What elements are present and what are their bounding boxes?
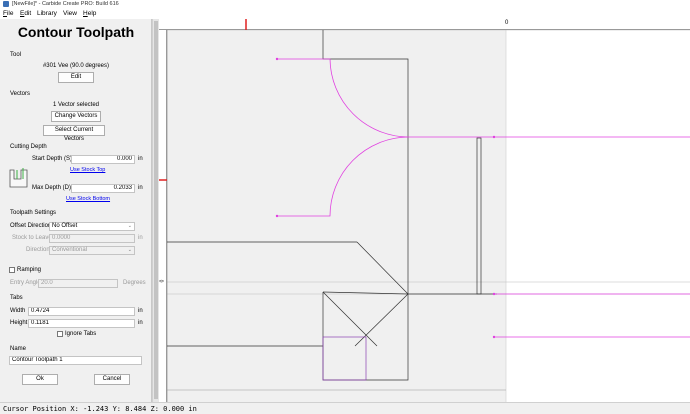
cursor-position-status: Cursor Position X: -1.243 Y: 8.484 Z: 0.… <box>3 405 197 413</box>
max-depth-label: Max Depth (D) <box>32 185 72 191</box>
max-depth-input[interactable]: 0.2033 <box>71 184 135 193</box>
status-bar: Cursor Position X: -1.243 Y: 8.484 Z: 0.… <box>0 402 690 414</box>
panel-scrollbar-thumb[interactable] <box>154 21 158 399</box>
left-ruler-marks <box>159 179 167 181</box>
left-ruler-zero-label: 0 <box>157 279 164 283</box>
tab-height-label: Height <box>10 320 28 326</box>
toolpath-start-dot <box>492 135 496 139</box>
menu-library[interactable]: Library <box>37 10 57 17</box>
entry-angle-label: Entry Angle <box>10 280 41 286</box>
chevron-down-icon: ⌄ <box>127 247 132 253</box>
toolpath-start-dot <box>492 292 496 296</box>
ramping-label: Ramping <box>17 267 42 273</box>
max-depth-unit: in <box>138 185 143 191</box>
ignore-tabs-checkbox[interactable] <box>57 331 63 337</box>
direction-value: Conventional <box>52 247 88 253</box>
use-stock-top-link[interactable]: Use Stock Top <box>70 167 105 173</box>
left-ruler: 0 <box>157 30 167 402</box>
panel-scrollbar[interactable] <box>152 19 159 402</box>
menu-help-label: elp <box>87 10 97 17</box>
menu-view-label: View <box>63 10 77 17</box>
contour-toolpath-panel: Contour Toolpath Tool #301 Vee (90.0 deg… <box>0 19 152 402</box>
menu-file-label: ile <box>6 10 14 17</box>
top-ruler: 0 <box>159 19 690 30</box>
tab-width-label: Width <box>10 308 26 314</box>
toolpath-settings-section-label: Toolpath Settings <box>10 210 57 216</box>
top-ruler-marks <box>245 19 247 30</box>
menu-help[interactable]: Help <box>83 10 96 17</box>
window-title: [NewFile]* - Carbide Create PRO: Build 6… <box>12 1 119 7</box>
vectors-section-label: Vectors <box>10 91 31 97</box>
toolpath-start-dot <box>275 57 279 61</box>
name-section-label: Name <box>10 346 27 352</box>
stock-to-leave-unit: in <box>138 235 143 241</box>
vectors-selected-text: 1 Vector selected <box>52 102 100 108</box>
depth-diagram-icon <box>9 168 28 188</box>
menu-library-label: Library <box>37 10 57 17</box>
design-canvas[interactable] <box>167 30 690 402</box>
ok-button[interactable]: Ok <box>22 374 58 385</box>
entry-angle-input[interactable]: 20.0 <box>38 279 118 288</box>
entry-angle-unit: Degrees <box>123 280 146 286</box>
offset-direction-label: Offset Direction <box>10 223 52 229</box>
stock-to-leave-input[interactable]: 0.0000 <box>49 234 135 243</box>
tab-height-input[interactable]: 0.1181 <box>28 319 135 328</box>
top-ruler-zero-label: 0 <box>505 20 509 26</box>
tabs-section-label: Tabs <box>10 295 23 301</box>
menu-bar: File Edit Library View Help <box>0 9 690 19</box>
offset-direction-value: No Offset <box>52 223 78 229</box>
change-vectors-button[interactable]: Change Vectors <box>51 111 101 122</box>
start-depth-input[interactable]: 0.000 <box>71 155 135 164</box>
ramping-checkbox[interactable] <box>9 267 15 273</box>
toolpath-start-dot <box>492 335 496 339</box>
tab-width-input[interactable]: 0.4724 <box>28 307 135 316</box>
start-depth-unit: in <box>138 156 143 162</box>
menu-edit[interactable]: Edit <box>20 10 31 17</box>
select-current-vectors-button[interactable]: Select Current Vectors <box>43 125 105 142</box>
menu-view[interactable]: View <box>63 10 77 17</box>
ignore-tabs-label: Ignore Tabs <box>65 331 97 337</box>
direction-select[interactable]: Conventional ⌄ <box>49 246 135 255</box>
panel-title: Contour Toolpath <box>17 24 135 40</box>
toolpath-start-dot <box>275 214 279 218</box>
menu-file[interactable]: File <box>3 10 14 17</box>
cutting-depth-section-label: Cutting Depth <box>10 144 47 150</box>
use-stock-bottom-link[interactable]: Use Stock Bottom <box>66 196 110 202</box>
menu-edit-label: dit <box>24 10 32 17</box>
title-bar: [NewFile]* - Carbide Create PRO: Build 6… <box>0 0 690 9</box>
tool-section-label: Tool <box>10 52 22 58</box>
start-depth-label: Start Depth (S) <box>32 156 73 162</box>
stock-to-leave-label: Stock to Leave <box>12 235 52 241</box>
direction-label: Direction <box>26 247 50 253</box>
tab-height-unit: in <box>138 320 143 326</box>
design-drawing <box>167 30 690 402</box>
tab-width-unit: in <box>138 308 143 314</box>
edit-tool-button[interactable]: Edit <box>58 72 94 83</box>
app-icon <box>3 1 9 7</box>
offset-direction-select[interactable]: No Offset ⌄ <box>49 222 135 231</box>
chevron-down-icon: ⌄ <box>127 223 132 229</box>
toolpath-name-input[interactable]: Contour Toolpath 1 <box>9 356 142 365</box>
tool-name: #301 Vee (90.0 degrees) <box>42 63 110 69</box>
cancel-button[interactable]: Cancel <box>94 374 130 385</box>
